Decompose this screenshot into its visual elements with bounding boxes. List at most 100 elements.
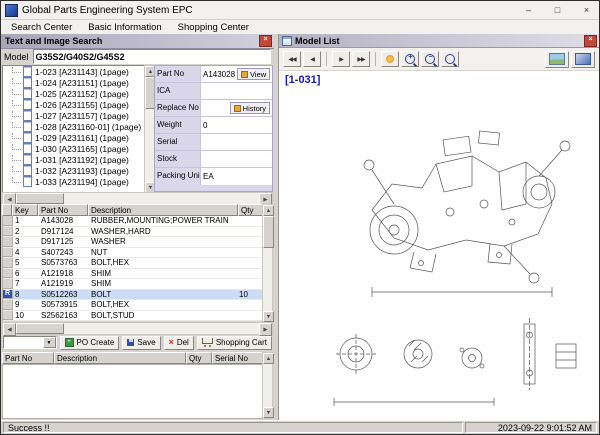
po-create-button[interactable]: PO Create [59, 335, 120, 350]
delete-button[interactable]: × Del [163, 335, 194, 350]
shopping-cart-button[interactable]: Shopping Cart [196, 335, 272, 350]
order-table-vertical-scrollbar[interactable]: ▲ ▼ [262, 352, 274, 419]
order-col-description[interactable]: Description [54, 352, 186, 364]
chevron-down-icon[interactable]: ▼ [42, 337, 56, 348]
parts-table-row[interactable]: 4 S407243 NUT [3, 247, 263, 258]
scroll-thumb[interactable] [16, 323, 64, 334]
tree-item[interactable]: 1-031 [A231192] (1page) [3, 154, 145, 165]
tree-item[interactable]: 1-030 [A231165] (1page) [3, 143, 145, 154]
view-button[interactable]: View [237, 68, 271, 80]
model-input[interactable] [32, 49, 271, 64]
col-header-part-no[interactable]: Part No [38, 204, 88, 216]
image-icon [549, 53, 565, 65]
row-marker [3, 268, 13, 278]
delete-icon: × [168, 337, 174, 347]
tree-item-label: 1-026 [A231155] (1page) [35, 99, 129, 110]
zoom-in-button[interactable]: + [401, 51, 419, 67]
row-marker: R [3, 289, 13, 299]
history-button-label: History [242, 103, 266, 113]
tree-item[interactable]: 1-032 [A231193] (1page) [3, 165, 145, 176]
tree-item[interactable]: 1-029 [A231161] (1page) [3, 132, 145, 143]
page-icon [23, 77, 32, 88]
right-panel-title: Model List [295, 35, 340, 46]
scroll-down-icon[interactable]: ▼ [263, 311, 274, 322]
tree-connector-icon [12, 176, 21, 183]
marker-tool-button[interactable] [381, 51, 399, 67]
right-panel-titlebar: Model List × [279, 34, 599, 48]
tree-item[interactable]: 1-028 [A231160-01] (1page) [3, 121, 145, 132]
minimize-icon[interactable]: – [516, 2, 541, 19]
status-bar: Success !! 2023-09-22 9:01:52 AM [1, 420, 599, 434]
parts-table-row[interactable]: R 8 S0512263 BOLT 10 [3, 289, 263, 300]
menu-shopping-center[interactable]: Shopping Center [170, 20, 257, 35]
cell-qty [237, 237, 263, 247]
window-titlebar: Global Parts Engineering System EPC – □ … [1, 1, 599, 20]
zoom-out-button[interactable]: − [421, 51, 439, 67]
scroll-up-icon[interactable]: ▲ [263, 205, 274, 216]
panel-close-icon[interactable]: × [259, 35, 272, 47]
save-icon [127, 339, 135, 346]
scroll-down-icon[interactable]: ▼ [263, 407, 274, 418]
save-button[interactable]: Save [122, 335, 161, 350]
part-select-dropdown[interactable]: ▼ [3, 336, 57, 349]
next-page-button[interactable]: ▶ [332, 51, 350, 67]
history-button[interactable]: History [229, 102, 270, 114]
cell-key: 8 [15, 289, 20, 299]
toolbar-separator [375, 52, 376, 66]
parts-table-row[interactable]: 5 S0573763 BOLT,HEX [3, 258, 263, 269]
tree-item[interactable]: 1-026 [A231155] (1page) [3, 99, 145, 110]
tree-item[interactable]: 1-025 [A231152] (1page) [3, 88, 145, 99]
parts-table-vertical-scrollbar[interactable]: ▲ ▼ [262, 204, 274, 323]
order-col-serial-no[interactable]: Serial No [212, 352, 264, 364]
parts-table-row[interactable]: 7 A121919 SHIM [3, 279, 263, 290]
col-header-key[interactable]: Key [12, 204, 38, 216]
parts-table-row[interactable]: 10 S2562163 BOLT,STUD [3, 310, 263, 321]
tree-item[interactable]: 1-033 [A231194] (1page) [3, 176, 145, 187]
last-page-button[interactable]: ▶▶ [352, 51, 370, 67]
menu-basic-information[interactable]: Basic Information [80, 20, 169, 35]
content-area: Text and Image Search × Model 1-023 [A23… [1, 34, 599, 420]
parts-table-row[interactable]: 2 D917124 WASHER,HARD [3, 226, 263, 237]
menu-search-center[interactable]: Search Center [3, 20, 80, 35]
maximize-icon[interactable]: □ [545, 2, 570, 19]
parts-table-row[interactable]: 9 S0573915 BOLT,HEX [3, 300, 263, 311]
image-view-button[interactable] [545, 50, 569, 68]
scroll-up-icon[interactable]: ▲ [263, 353, 274, 364]
tree-connector-icon [12, 77, 21, 84]
detail-value-cell: 0 [201, 117, 272, 133]
parts-table-row[interactable]: 1 A143028 RUBBER,MOUNTING;POWER TRAIN [3, 216, 263, 227]
panel-close-icon[interactable]: × [584, 34, 597, 47]
scroll-thumb[interactable] [263, 216, 274, 248]
page-icon [23, 165, 32, 176]
po-create-icon [64, 338, 74, 347]
zoom-fit-button[interactable] [441, 51, 459, 67]
cell-description: BOLT [91, 289, 112, 299]
col-header-qty[interactable]: Qty [238, 204, 264, 216]
order-col-qty[interactable]: Qty [186, 352, 212, 364]
order-col-part-no[interactable]: Part No [2, 352, 54, 364]
detail-row: Part No A143028 View [155, 66, 272, 83]
tree-item[interactable]: 1-023 [A231143] (1page) [3, 66, 145, 77]
parts-table-horizontal-scrollbar[interactable]: ◀ ▶ [2, 322, 273, 336]
tree-item[interactable]: 1-027 [A231157] (1page) [3, 110, 145, 121]
scroll-track [64, 323, 259, 334]
app-icon [5, 3, 18, 17]
row-marker [3, 226, 13, 236]
prev-page-button[interactable]: ◀ [303, 51, 321, 67]
export-image-button[interactable] [571, 50, 595, 68]
row-marker [3, 247, 13, 257]
first-page-button[interactable]: ◀◀ [283, 51, 301, 67]
detail-label: Weight [155, 117, 201, 133]
col-header-description[interactable]: Description [88, 204, 238, 216]
part-detail-panel: Part No A143028 View ICA Replace No Hist… [154, 65, 273, 192]
cell-qty [237, 269, 263, 279]
parts-table-row[interactable]: 6 A121918 SHIM [3, 268, 263, 279]
scroll-thumb[interactable] [16, 193, 64, 204]
tree-item-label: 1-027 [A231157] (1page) [35, 110, 129, 121]
close-icon[interactable]: × [574, 2, 599, 19]
tree-item[interactable]: 1-024 [A231151] (1page) [3, 77, 145, 88]
cell-qty: 10 [239, 289, 248, 299]
page-icon [23, 99, 32, 110]
detail-label: ICA [155, 83, 201, 99]
parts-table-row[interactable]: 3 D917125 WASHER [3, 237, 263, 248]
